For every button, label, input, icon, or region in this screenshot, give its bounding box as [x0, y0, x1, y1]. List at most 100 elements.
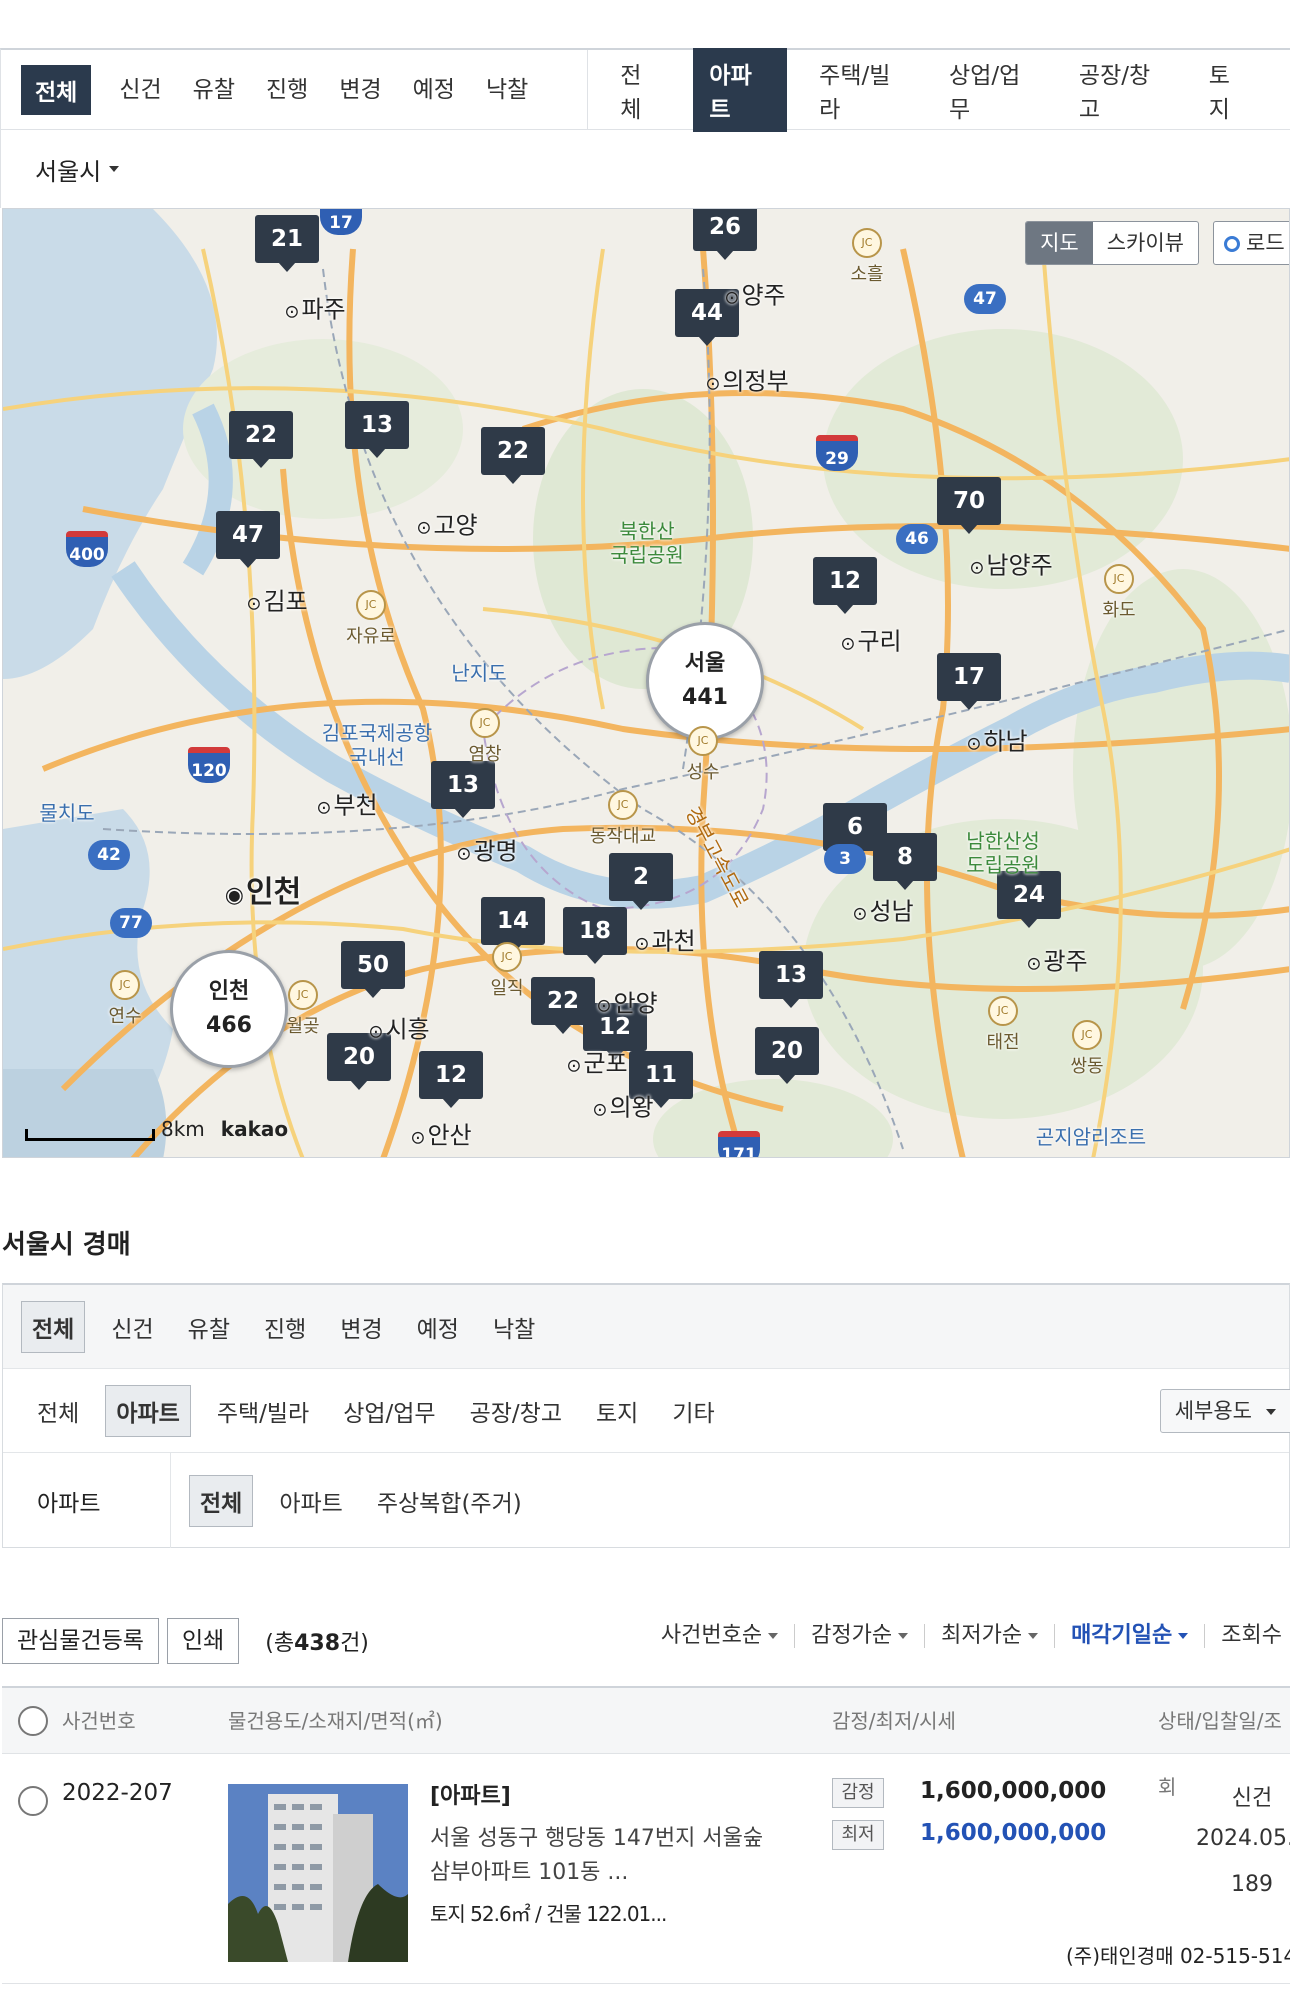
map-type-skyview[interactable]: 스카이뷰 — [1093, 222, 1198, 264]
property-type[interactable]: [아파트] — [430, 1778, 511, 1810]
cluster-marker[interactable]: 2 — [609, 853, 673, 910]
map-label: 물치도 — [39, 801, 95, 825]
map-type-map[interactable]: 지도 — [1026, 222, 1093, 264]
print-button[interactable]: 인쇄 — [166, 1618, 240, 1664]
filter-status-6[interactable]: 낙찰 — [493, 1310, 535, 1344]
status-tab-6[interactable]: 낙찰 — [486, 70, 528, 110]
cluster-marker[interactable]: 18 — [563, 907, 627, 964]
filter-type-0[interactable]: 전체 — [37, 1394, 79, 1428]
register-interest-button[interactable]: 관심물건등록 — [2, 1618, 159, 1664]
status-tab-3[interactable]: 진행 — [266, 70, 308, 110]
jc-label: 염창 — [468, 744, 502, 765]
cluster-marker[interactable]: 12 — [419, 1051, 483, 1108]
place-label: 안양 — [596, 984, 657, 1019]
minimum-amount: 1,600,000,000 — [920, 1820, 1107, 1846]
cluster-marker[interactable]: 70 — [937, 477, 1001, 534]
caret-down-icon — [898, 1633, 909, 1639]
property-address[interactable]: 서울 성동구 행당동 147번지 서울숲 삼부아파트 101동 ... — [430, 1822, 790, 1890]
sort-option-4[interactable]: 조회수 — [1205, 1624, 1290, 1648]
filter-type-4[interactable]: 공장/창고 — [470, 1394, 562, 1428]
big-cluster-count: 441 — [682, 685, 728, 710]
cluster-marker[interactable]: 22 — [229, 411, 293, 468]
cluster-marker[interactable]: 13 — [759, 951, 823, 1008]
cluster-marker[interactable]: 20 — [755, 1027, 819, 1084]
filter-type-1[interactable]: 아파트 — [105, 1384, 191, 1437]
type-tab-2[interactable]: 주택/빌라 — [819, 56, 909, 124]
filter-subtype-2[interactable]: 주상복합(주거) — [377, 1484, 522, 1518]
route-number-icon: 171 — [718, 1131, 760, 1157]
minimum-tag: 최저 — [832, 1820, 884, 1850]
cluster-marker[interactable]: 14 — [481, 897, 545, 954]
filter-status-3[interactable]: 진행 — [264, 1310, 306, 1344]
jc-icon: JC — [988, 996, 1018, 1026]
cluster-marker[interactable]: 13 — [345, 401, 409, 458]
property-area: 토지 52.6㎡ / 건물 122.01... — [430, 1902, 667, 1926]
cluster-marker[interactable]: 12 — [813, 557, 877, 614]
property-photo[interactable] — [228, 1784, 408, 1962]
place-label: 군포 — [566, 1044, 627, 1079]
status-tab-5[interactable]: 예정 — [413, 70, 455, 110]
region-label: 서울시 — [35, 157, 102, 186]
col-price: 감정/최저/시세 — [832, 1709, 956, 1733]
type-tab-0[interactable]: 전체 — [620, 56, 661, 124]
cluster-marker[interactable]: 13 — [431, 761, 495, 818]
cluster-marker[interactable]: 17 — [937, 653, 1001, 710]
map-view[interactable]: 지도 스카이뷰 로드 8km kakao 21 26 44 22 13 22 47 70 12 1… — [2, 208, 1290, 1158]
cluster-marker[interactable]: 24 — [997, 871, 1061, 928]
cluster-marker[interactable]: 21 — [255, 215, 319, 272]
filter-type-3[interactable]: 상업/업무 — [343, 1394, 435, 1428]
status-tab-4[interactable]: 변경 — [339, 70, 381, 110]
jc-label: 동작대교 — [589, 826, 657, 847]
filter-type-6[interactable]: 기타 — [672, 1394, 714, 1428]
filter-status-0[interactable]: 전체 — [21, 1300, 86, 1353]
filter-subtype-0[interactable]: 전체 — [189, 1474, 254, 1527]
filter-subtype-1[interactable]: 아파트 — [279, 1484, 342, 1518]
filter-status-5[interactable]: 예정 — [417, 1310, 459, 1344]
jc-icon: JC — [492, 942, 522, 972]
cluster-marker[interactable]: 47 — [216, 511, 280, 568]
route-number-icon: 120 — [188, 747, 230, 783]
select-all-checkbox[interactable] — [18, 1706, 48, 1736]
filter-status-1[interactable]: 신건 — [111, 1310, 153, 1344]
apartment-photo — [228, 1784, 408, 1962]
status-tab-0[interactable]: 전체 — [21, 64, 92, 115]
status-tab-1[interactable]: 신건 — [119, 70, 161, 110]
route-number-icon: 42 — [88, 840, 130, 870]
cluster-marker[interactable]: 26 — [693, 209, 757, 260]
jc-icon: JC — [688, 726, 718, 756]
filter-status-4[interactable]: 변경 — [340, 1310, 382, 1344]
view-count: 189 — [1231, 1872, 1273, 1897]
jc-icon: JC — [110, 970, 140, 1000]
type-tab-1[interactable]: 아파트 — [693, 47, 788, 132]
section-title: 서울시 경매 — [2, 1230, 131, 1260]
sort-option-1[interactable]: 감정가순 — [795, 1624, 926, 1648]
type-tab-5[interactable]: 토지 — [1209, 56, 1250, 124]
place-label: 시흥 — [368, 1010, 429, 1045]
sort-label: 사건번호순 — [660, 1623, 763, 1648]
type-tab-3[interactable]: 상업/업무 — [949, 56, 1039, 124]
cluster-marker[interactable]: 22 — [481, 427, 545, 484]
cluster-marker[interactable]: 50 — [341, 941, 405, 998]
table-row[interactable]: 2022-207 [아파트] 서울 성동구 행당동 147번지 서울숲 삼부아파… — [2, 1754, 1290, 1984]
sort-option-3[interactable]: 매각기일순 — [1055, 1624, 1206, 1648]
status-tab-2[interactable]: 유찰 — [193, 70, 235, 110]
type-tab-4[interactable]: 공장/창고 — [1079, 56, 1169, 124]
filter-status-2[interactable]: 유찰 — [188, 1310, 230, 1344]
filter-type-2[interactable]: 주택/빌라 — [217, 1394, 309, 1428]
sort-label: 최저가순 — [941, 1623, 1023, 1648]
cluster-marker[interactable]: 8 — [873, 833, 937, 890]
filter-type-5[interactable]: 토지 — [596, 1394, 638, 1428]
total-prefix: (총 — [265, 1631, 295, 1656]
sort-option-0[interactable]: 사건번호순 — [645, 1623, 796, 1648]
big-cluster-marker[interactable]: 서울 441 — [646, 622, 764, 740]
appraisal-tag: 감정 — [832, 1778, 884, 1808]
roadview-button[interactable]: 로드 — [1213, 221, 1289, 265]
auction-filter-box: 전체 신건 유찰 진행 변경 예정 낙찰 전체 아파트 주택/빌라 상업/업무 공장/창고 토지 기타 세… — [2, 1283, 1290, 1548]
region-selector[interactable]: 서울시 — [0, 130, 1290, 208]
big-cluster-marker[interactable]: 인천 466 — [170, 950, 288, 1068]
sort-option-2[interactable]: 최저가순 — [925, 1623, 1056, 1648]
col-case-no: 사건번호 — [62, 1709, 136, 1733]
sub-usage-dropdown[interactable]: 세부용도 — [1159, 1389, 1290, 1433]
caret-down-icon — [1028, 1633, 1039, 1639]
row-checkbox[interactable] — [18, 1786, 48, 1816]
